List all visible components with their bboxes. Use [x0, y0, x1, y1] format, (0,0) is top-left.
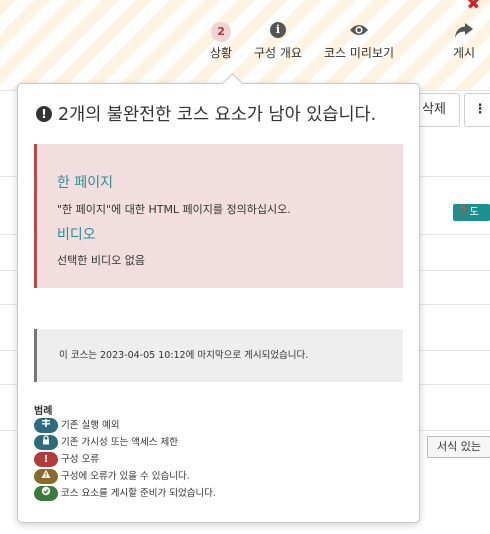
legend-title: 범례 [34, 406, 53, 417]
info-icon: i [269, 22, 286, 38]
issue-link-page[interactable]: 한 페이지 [57, 172, 113, 192]
status-popover: ! 2개의 불완전한 코스 요소가 남아 있습니다. 한 페이지 "한 페이지"에… [17, 72, 420, 523]
more-options-button[interactable]: ⋮ [464, 93, 490, 127]
toolbar-publish-label: 게시 [453, 46, 476, 60]
toolbar-status-label: 상황 [210, 46, 233, 60]
legend-item: 코스 요소를 게시할 준비가 되었습니다. [34, 485, 216, 501]
legend-item: 구성에 오류가 있을 수 있습니다. [34, 468, 190, 484]
issue-text-video: 선택한 비디오 없음 [57, 254, 145, 267]
share-icon [455, 23, 474, 38]
toolbar-overview-label: 구성 개요 [254, 46, 302, 60]
popover-title-text: 2개의 불완전한 코스 요소가 남아 있습니다. [58, 105, 377, 125]
issue-text-page: "한 페이지"에 대한 HTML 페이지를 정의하십시오. [57, 203, 291, 216]
issue-link-video[interactable]: 비디오 [57, 224, 96, 244]
exclamation-icon: ! [36, 106, 52, 122]
help-button[interactable]: ❓도움 [453, 204, 490, 235]
exception-icon [34, 418, 58, 433]
status-count-badge: 2 [211, 22, 232, 42]
legend-item: 기존 실행 예외 [34, 417, 119, 433]
popover-title: ! 2개의 불완전한 코스 요소가 남아 있습니다. [36, 101, 376, 126]
close-icon[interactable]: ✖ [467, 0, 480, 13]
published-note: 이 코스는 2023-04-05 10:12에 마지막으로 게시되었습니다. [34, 329, 403, 382]
toolbar-preview-label: 코스 미리보기 [324, 46, 395, 60]
warning-icon [34, 469, 58, 484]
toolbar-overview-button[interactable]: i 구성 개요 [254, 22, 302, 61]
format-select[interactable]: 서식 있는 [427, 436, 490, 458]
toolbar-status-button[interactable]: 2 상황 [210, 22, 232, 61]
lock-icon [34, 435, 58, 450]
incomplete-elements-box: 한 페이지 "한 페이지"에 대한 HTML 페이지를 정의하십시오. 비디오 … [34, 144, 403, 288]
toolbar-publish-button[interactable]: 게시 [453, 22, 475, 61]
check-icon [34, 486, 58, 501]
legend-item: ! 구성 오류 [34, 451, 99, 467]
toolbar-preview-button[interactable]: 코스 미리보기 [324, 22, 394, 61]
legend-item: 기존 가시성 또는 액세스 제한 [34, 434, 178, 450]
course-toolbar [0, 0, 490, 91]
eye-icon [350, 25, 369, 35]
error-icon: ! [34, 452, 58, 467]
